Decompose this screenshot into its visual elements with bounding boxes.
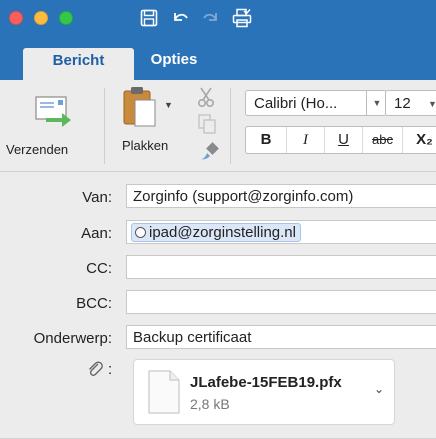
tab-opties[interactable]: Opties [134,48,214,78]
contact-status-icon [135,227,146,238]
cc-field[interactable] [126,255,436,279]
paperclip-icon [86,360,104,383]
from-label: Van: [82,189,112,206]
format-button-group: B I U abc X₂ [245,126,436,154]
to-field[interactable]: ipad@zorginstelling.nl [126,220,436,244]
strikethrough-button[interactable]: abc [362,127,402,153]
attachment-label: : [108,361,113,378]
redo-icon[interactable] [199,5,223,31]
bold-button[interactable]: B [246,127,286,153]
underline-button[interactable]: U [324,127,362,153]
attachment-card[interactable]: JLafebe-15FEB19.pfx 2,8 kB ⌄ [133,359,395,425]
ribbon-separator [230,88,231,164]
ribbon-separator [104,88,105,164]
send-label: Verzenden [6,142,69,157]
font-name-value: Calibri (Ho... [254,95,338,112]
subscript-button[interactable]: X₂ [402,127,436,153]
paste-button[interactable]: ▼ Plakken [112,84,184,162]
paste-dropdown-icon[interactable]: ▼ [164,100,173,110]
minimize-window-button[interactable] [34,11,48,25]
to-label: Aan: [81,225,112,242]
recipient-token[interactable]: ipad@zorginstelling.nl [131,223,301,242]
undo-icon[interactable] [168,5,192,31]
attachment-file-name: JLafebe-15FEB19.pfx [190,374,342,391]
cut-icon[interactable] [196,86,216,113]
send-icon [35,96,71,127]
chevron-down-icon: ▼ [428,99,436,109]
italic-button[interactable]: I [286,127,324,153]
close-window-button[interactable] [9,11,23,25]
font-size-value: 12 [394,95,411,112]
from-value: Zorginfo (support@zorginfo.com) [133,188,354,205]
chevron-down-icon: ▼ [366,91,387,115]
print-icon[interactable] [230,5,254,31]
from-field[interactable]: Zorginfo (support@zorginfo.com) [126,184,436,208]
ribbon: Verzenden ▼ Plakken Calibri (Ho... ▼ 12 … [0,80,436,172]
format-painter-icon[interactable] [198,140,220,167]
file-icon [148,370,180,414]
tab-bericht[interactable]: Bericht [23,48,134,80]
clipboard-icon [123,87,156,127]
attachment-menu-chevron-icon[interactable]: ⌄ [374,382,384,396]
subject-value: Backup certificaat [133,329,252,346]
subject-label: Onderwerp: [33,330,112,347]
paste-label: Plakken [122,138,169,153]
title-bar: Bericht Opties [0,0,436,80]
maximize-window-button[interactable] [59,11,73,25]
copy-icon[interactable] [198,114,216,139]
subject-field[interactable]: Backup certificaat [126,325,436,349]
save-icon[interactable] [137,5,161,31]
bcc-label: BCC: [76,295,112,312]
font-size-select[interactable]: 12 ▼ [385,90,436,116]
send-button[interactable]: Verzenden [6,88,102,162]
attachment-file-size: 2,8 kB [190,396,230,412]
cc-label: CC: [86,260,112,277]
font-name-select[interactable]: Calibri (Ho... ▼ [245,90,387,116]
recipient-address: ipad@zorginstelling.nl [149,224,296,241]
bcc-field[interactable] [126,290,436,314]
